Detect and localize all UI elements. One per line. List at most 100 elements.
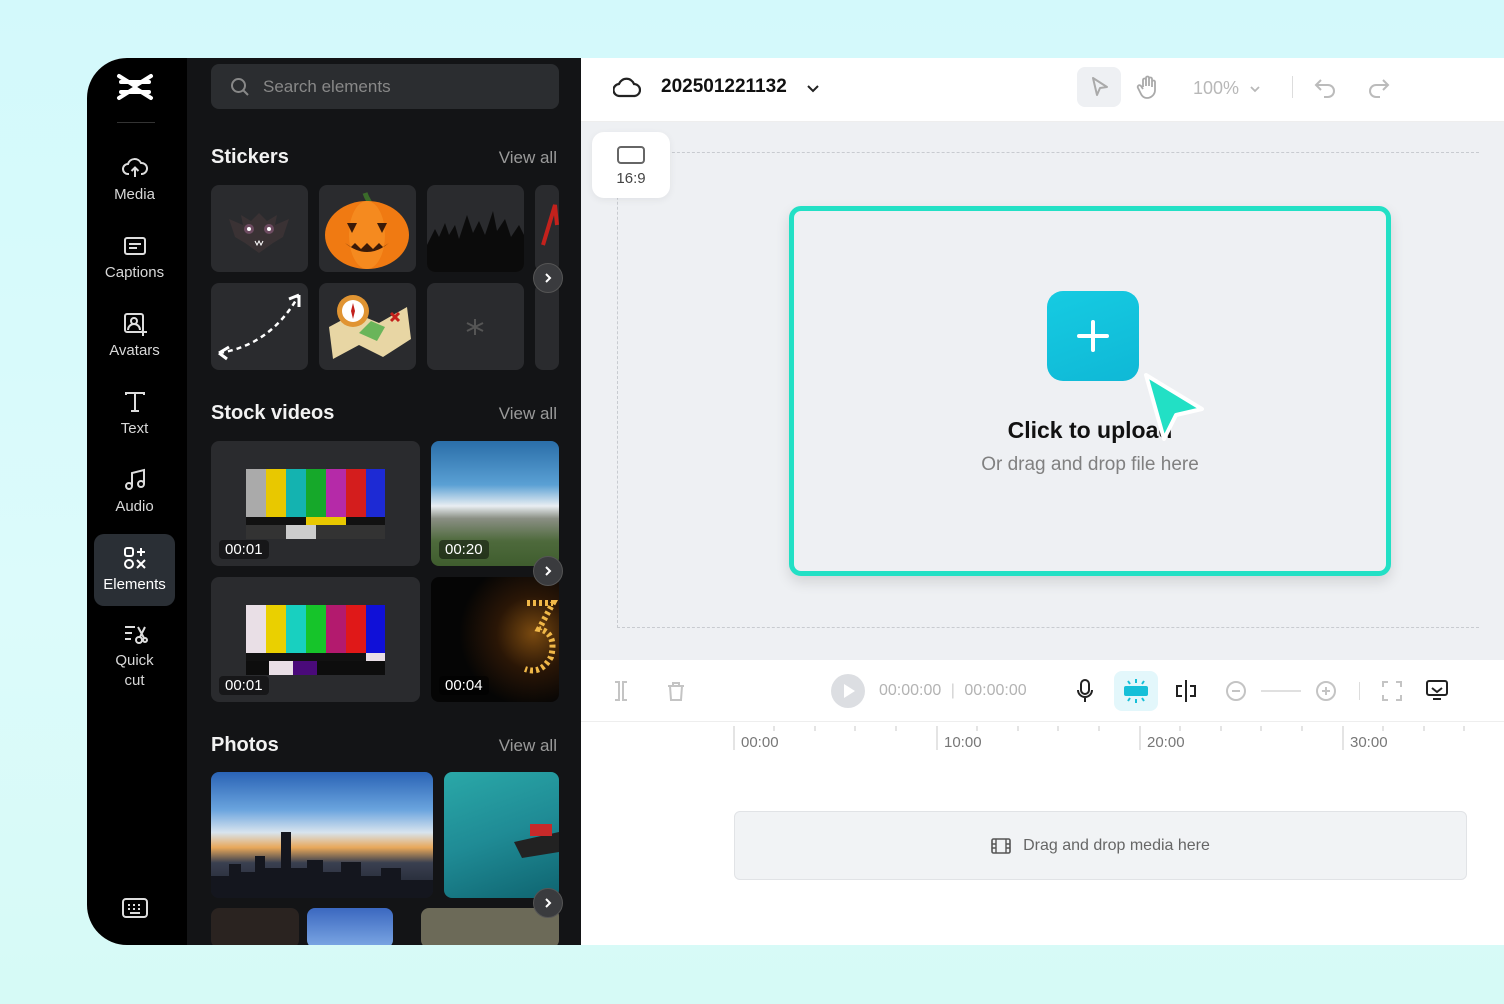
avatar-icon: [123, 313, 147, 336]
auto-snap-button[interactable]: [1114, 671, 1158, 711]
microphone-icon[interactable]: [1075, 678, 1095, 704]
nav-item-avatars[interactable]: Avatars: [94, 300, 175, 372]
stock-video-color-bars-1[interactable]: 00:01: [211, 441, 420, 566]
ruler-tick-label: 00:00: [741, 734, 779, 751]
nav-item-text[interactable]: Text: [94, 378, 175, 450]
timecode: 00:00:00 | 00:00:00: [879, 682, 1027, 699]
photos-title: Photos: [211, 734, 279, 756]
capcut-logo: [117, 74, 153, 100]
bat-sticker-image: [229, 213, 289, 253]
nav-label-quick-cut: Quick cut: [115, 652, 154, 689]
video-duration: 00:20: [439, 540, 489, 559]
aspect-ratio-label: 16:9: [616, 169, 646, 187]
zoom-select[interactable]: 100%: [1193, 78, 1262, 99]
photo-sky[interactable]: [307, 908, 393, 945]
nav-item-quick-cut[interactable]: Quick cut: [94, 614, 175, 698]
search-icon: [231, 77, 249, 96]
photo-sea-boat[interactable]: [444, 772, 559, 898]
play-button[interactable]: [831, 674, 865, 708]
ruler-tick-label: 10:00: [944, 734, 982, 751]
logo-divider: [117, 122, 155, 123]
snowflake-sticker-image: [466, 319, 484, 335]
curved-arrow-sticker-image: [218, 293, 301, 361]
timeline-ruler[interactable]: 00:00 10:00 20:00 30:00: [581, 722, 1504, 762]
comment-screen-icon[interactable]: [1425, 678, 1449, 702]
nav-item-audio[interactable]: Audio: [94, 456, 175, 528]
photos-view-all[interactable]: View all: [499, 736, 557, 756]
split-icon[interactable]: [611, 680, 631, 702]
stock-video-color-bars-2[interactable]: 00:01: [211, 577, 420, 702]
nav-label-avatars: Avatars: [109, 342, 160, 359]
cloud-upload-icon: [121, 158, 148, 177]
stock-video-mountains[interactable]: 00:20: [431, 441, 559, 566]
aspect-ratio-icon: [617, 145, 645, 164]
cloud-icon[interactable]: [613, 76, 641, 100]
upload-title: Click to upload: [1007, 417, 1173, 443]
split-scene-icon[interactable]: [1173, 678, 1199, 704]
search-placeholder: Search elements: [263, 76, 391, 96]
ruler-tick-label: 20:00: [1147, 734, 1185, 751]
chevron-down-icon[interactable]: [805, 80, 821, 96]
aspect-ratio-button[interactable]: 16:9: [592, 132, 670, 198]
zoom-in-icon[interactable]: [1315, 680, 1337, 702]
nav-label-text: Text: [120, 420, 149, 437]
video-duration: 00:04: [439, 676, 489, 695]
redo-icon[interactable]: [1367, 76, 1391, 98]
stickers-next-button[interactable]: [533, 263, 563, 293]
chevron-right-icon: [545, 273, 552, 283]
zoom-out-icon[interactable]: [1225, 680, 1247, 702]
zoom-slider[interactable]: [1261, 690, 1301, 692]
stock-video-sparkle-number[interactable]: 00:04: [431, 577, 559, 702]
sticker-bat[interactable]: [211, 185, 308, 272]
delete-icon[interactable]: [665, 680, 687, 702]
photos-next-button[interactable]: [533, 888, 563, 918]
boat-photo: [514, 824, 559, 858]
zoom-value: 100%: [1193, 78, 1240, 98]
canvas-area: 16:9 Click to upload Or drag and drop fi…: [581, 122, 1504, 660]
undo-icon[interactable]: [1313, 76, 1337, 98]
search-input[interactable]: Search elements: [211, 64, 559, 109]
sticker-map[interactable]: [319, 283, 416, 370]
total-time: 00:00:00: [964, 682, 1027, 699]
upload-button[interactable]: [1047, 291, 1139, 381]
dropzone-text: Drag and drop media here: [1023, 836, 1210, 854]
sticker-arrow[interactable]: [211, 283, 308, 370]
quick-cut-icon: [124, 626, 148, 644]
nav-item-media[interactable]: Media: [94, 144, 175, 216]
sticker-partial-2[interactable]: [535, 283, 559, 370]
timeline-dropzone[interactable]: Drag and drop media here: [734, 811, 1467, 880]
nav-item-elements[interactable]: Elements: [94, 534, 175, 606]
stock-videos-view-all[interactable]: View all: [499, 404, 557, 424]
hand-icon[interactable]: [1135, 74, 1161, 100]
sticker-zombie-hands[interactable]: [427, 185, 524, 272]
photo-food[interactable]: [211, 908, 299, 945]
video-duration: 00:01: [219, 676, 269, 695]
nav-item-captions[interactable]: Captions: [94, 222, 175, 294]
stock-videos-next-button[interactable]: [533, 556, 563, 586]
cursor-icon: [1092, 77, 1108, 96]
sticker-partial[interactable]: [535, 185, 559, 272]
top-bar: 202501221132 100%: [581, 58, 1504, 122]
left-nav: Media Captions Avatars Text Audio Elemen…: [87, 58, 187, 945]
select-tool-button[interactable]: [1077, 67, 1121, 107]
fullscreen-icon[interactable]: [1381, 680, 1403, 702]
stock-videos-title: Stock videos: [211, 402, 335, 424]
elements-icon: [123, 547, 146, 569]
play-icon: [844, 684, 855, 698]
ruler-tick-label: 30:00: [1350, 734, 1388, 751]
stickers-view-all[interactable]: View all: [499, 148, 557, 168]
sticker-snowflake[interactable]: [427, 283, 524, 370]
chevron-right-icon: [545, 898, 552, 908]
nav-label-captions: Captions: [104, 264, 165, 281]
plus-icon: [1077, 320, 1109, 352]
photo-city-skyline[interactable]: [211, 772, 433, 898]
upload-dropzone[interactable]: Click to upload Or drag and drop file he…: [789, 206, 1391, 576]
sticker-pumpkin[interactable]: [319, 185, 416, 272]
film-icon: [991, 837, 1011, 854]
nav-label-audio: Audio: [115, 498, 154, 515]
chevron-down-icon: [1250, 86, 1260, 93]
keyboard-icon[interactable]: [121, 896, 149, 920]
project-name[interactable]: 202501221132: [661, 76, 787, 98]
magnet-snap-icon: [1124, 679, 1148, 703]
playback-toolbar: 00:00:00 | 00:00:00: [581, 660, 1504, 722]
